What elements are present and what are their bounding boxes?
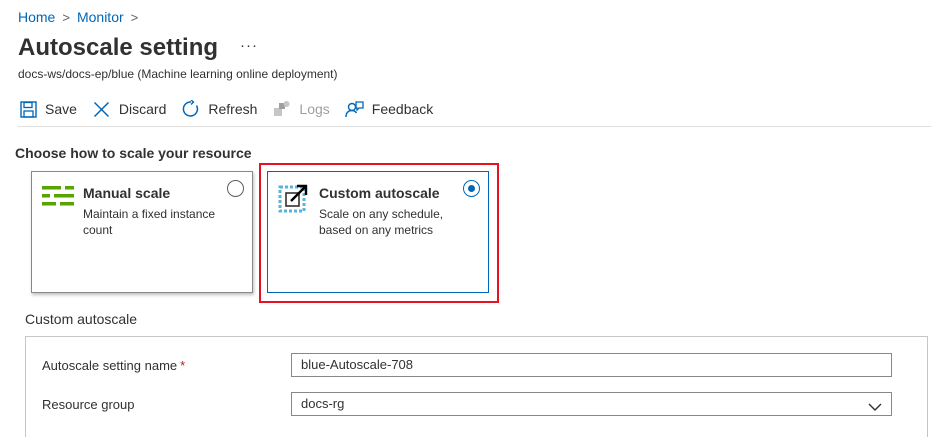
- manual-scale-card[interactable]: Manual scale Maintain a fixed instance c…: [31, 171, 253, 293]
- logs-button[interactable]: Logs: [272, 99, 330, 119]
- setting-name-input[interactable]: blue-Autoscale-708: [291, 353, 892, 377]
- discard-label: Discard: [118, 101, 167, 117]
- save-icon: [18, 99, 38, 119]
- breadcrumb-home-link[interactable]: Home: [18, 9, 55, 25]
- save-button[interactable]: Save: [18, 99, 77, 119]
- custom-autoscale-icon: [278, 184, 310, 213]
- custom-autoscale-title: Custom autoscale: [319, 185, 440, 201]
- setting-name-label-text: Autoscale setting name: [42, 358, 178, 373]
- manual-scale-radio[interactable]: [227, 180, 244, 197]
- page-subtitle: docs-ws/docs-ep/blue (Machine learning o…: [18, 67, 338, 81]
- manual-scale-title: Manual scale: [83, 185, 171, 201]
- custom-autoscale-card[interactable]: Custom autoscale Scale on any schedule, …: [267, 171, 489, 293]
- logs-label: Logs: [299, 101, 330, 117]
- toolbar-divider: [18, 126, 931, 127]
- breadcrumb-separator: >: [130, 9, 139, 25]
- resource-group-label: Resource group: [42, 397, 135, 412]
- chevron-down-icon: [868, 398, 882, 411]
- required-marker: *: [180, 358, 186, 373]
- custom-autoscale-description: Scale on any schedule, based on any metr…: [319, 207, 444, 237]
- page-title: Autoscale setting: [18, 34, 219, 61]
- custom-autoscale-radio[interactable]: [463, 180, 480, 197]
- manual-scale-icon: [42, 184, 74, 212]
- logs-icon: [272, 99, 292, 119]
- discard-button[interactable]: Discard: [92, 99, 166, 119]
- setting-name-label: Autoscale setting name *: [42, 358, 185, 373]
- refresh-label: Refresh: [208, 101, 258, 117]
- breadcrumb-separator: >: [62, 9, 70, 25]
- feedback-button[interactable]: Feedback: [345, 99, 433, 119]
- scale-section-heading: Choose how to scale your resource: [15, 145, 252, 161]
- feedback-label: Feedback: [371, 101, 434, 117]
- save-label: Save: [45, 101, 77, 117]
- command-bar: Save Discard Refresh Logs Feedback: [18, 96, 448, 122]
- more-options-button[interactable]: ···: [240, 37, 258, 54]
- custom-autoscale-panel: [25, 336, 928, 437]
- refresh-icon: [181, 99, 201, 119]
- title-row: Autoscale setting ···: [18, 34, 258, 62]
- resource-group-select[interactable]: docs-rg: [291, 392, 892, 416]
- breadcrumb: Home > Monitor >: [18, 9, 145, 25]
- manual-scale-description: Maintain a fixed instance count: [83, 207, 216, 237]
- feedback-icon: [345, 99, 365, 119]
- custom-autoscale-panel-label: Custom autoscale: [25, 311, 138, 327]
- discard-icon: [92, 99, 112, 119]
- refresh-button[interactable]: Refresh: [181, 99, 257, 119]
- breadcrumb-monitor-link[interactable]: Monitor: [77, 9, 124, 25]
- resource-group-value: docs-rg: [301, 396, 345, 411]
